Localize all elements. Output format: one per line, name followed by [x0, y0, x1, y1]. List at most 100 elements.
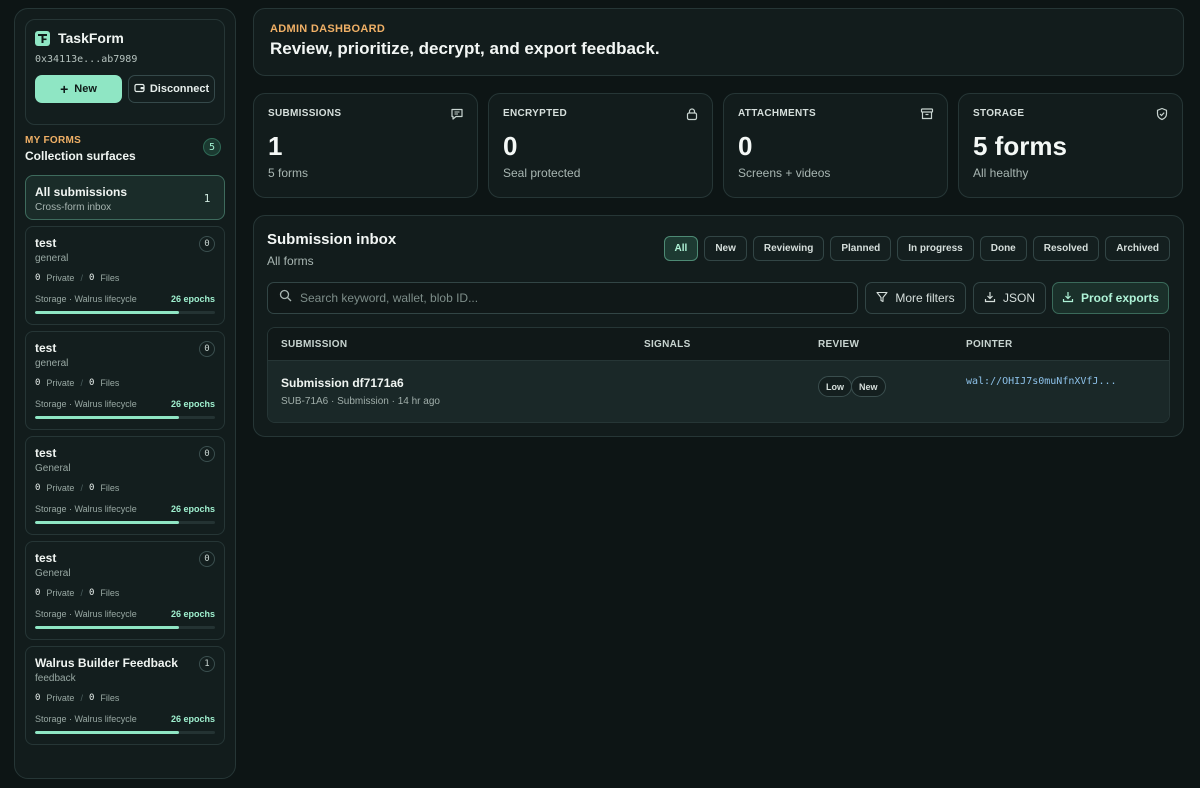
form-title: test	[35, 446, 57, 460]
form-submission-count: 1	[199, 656, 215, 672]
stat-subtitle: 5 forms	[268, 166, 309, 180]
search-icon	[279, 289, 292, 307]
form-item-4[interactable]: test General 0 0 Private / 0 Files Stora…	[25, 541, 225, 640]
proof-exports-button[interactable]: Proof exports	[1052, 282, 1169, 314]
filter-icon	[876, 291, 888, 306]
sidebar: TaskForm 0x34113e...ab7989 + New Disconn…	[14, 8, 236, 779]
filter-planned[interactable]: Planned	[830, 236, 892, 261]
search-input[interactable]	[300, 291, 820, 305]
disconnect-button[interactable]: Disconnect	[127, 75, 215, 103]
proof-exports-label: Proof exports	[1080, 291, 1159, 305]
form-item-5[interactable]: Walrus Builder Feedback feedback 1 0 Pri…	[25, 646, 225, 745]
stat-card-encrypted: ENCRYPTED 0 Seal protected	[488, 93, 713, 198]
form-submission-count: 0	[199, 236, 215, 252]
all-submissions-item[interactable]: All submissions Cross-form inbox 1	[25, 175, 225, 220]
table-row[interactable]: Submission df7171a6 SUB-71A6 · Submissio…	[268, 361, 1169, 422]
form-category: feedback	[35, 673, 76, 684]
divider: /	[80, 378, 83, 388]
json-export-button[interactable]: JSON	[973, 282, 1046, 314]
stat-card-attachments: ATTACHMENTS 0 Screens + videos	[723, 93, 948, 198]
private-count: 0	[35, 693, 41, 703]
filter-resolved[interactable]: Resolved	[1032, 236, 1100, 261]
shield-check-icon	[1155, 107, 1169, 126]
private-label: Private	[46, 693, 75, 703]
storage-progress-bar	[35, 626, 215, 629]
filter-done[interactable]: Done	[979, 236, 1027, 261]
divider: /	[80, 588, 83, 598]
table-header: SUBMISSION SIGNALS REVIEW POINTER	[268, 328, 1169, 361]
files-label: Files	[100, 588, 120, 598]
storage-epochs: 26 epochs	[170, 504, 215, 514]
status-badge: New	[851, 376, 886, 397]
form-submission-count: 0	[199, 446, 215, 462]
stat-label: ATTACHMENTS	[738, 108, 816, 119]
new-form-button[interactable]: + New	[35, 75, 122, 103]
form-title: test	[35, 551, 57, 565]
filter-in-progress[interactable]: In progress	[897, 236, 974, 261]
wallet-address: 0x34113e...ab7989	[35, 54, 138, 65]
form-item-2[interactable]: test general 0 0 Private / 0 Files Stora…	[25, 331, 225, 430]
message-icon	[450, 107, 464, 126]
forms-count-badge: 5	[203, 138, 221, 156]
inbox-subtitle: All forms	[267, 254, 314, 268]
files-count: 0	[88, 273, 95, 283]
status-filter-tabs: All New Reviewing Planned In progress Do…	[663, 236, 1170, 261]
private-count: 0	[35, 273, 41, 283]
column-review: REVIEW	[818, 339, 860, 350]
private-label: Private	[46, 483, 75, 493]
my-forms-header: MY FORMS Collection surfaces 5	[25, 135, 225, 169]
private-label: Private	[46, 588, 75, 598]
filter-reviewing[interactable]: Reviewing	[752, 236, 825, 261]
files-count: 0	[88, 588, 95, 598]
submission-title: Submission df7171a6	[281, 376, 404, 390]
stat-subtitle: Seal protected	[503, 166, 581, 180]
priority-badge: Low	[818, 376, 852, 397]
all-submissions-title: All submissions	[35, 185, 128, 199]
files-label: Files	[100, 483, 120, 493]
stat-subtitle: All healthy	[973, 166, 1029, 180]
stat-card-submissions: SUBMISSIONS 1 5 forms	[253, 93, 478, 198]
form-item-3[interactable]: test General 0 0 Private / 0 Files Stora…	[25, 436, 225, 535]
stat-value: 0	[738, 131, 753, 161]
search-box	[267, 282, 858, 314]
page-kicker: ADMIN DASHBOARD	[270, 23, 386, 35]
new-form-label: New	[74, 83, 97, 95]
stat-subtitle: Screens + videos	[738, 166, 831, 180]
column-signals: SIGNALS	[644, 339, 691, 350]
page-title: Review, prioritize, decrypt, and export …	[270, 39, 660, 58]
stat-value: 1	[268, 131, 283, 161]
account-card: TaskForm 0x34113e...ab7989 + New Disconn…	[25, 19, 225, 125]
storage-label: Storage · Walrus lifecycle	[35, 294, 137, 304]
submission-meta: SUB-71A6 · Submission · 14 hr ago	[281, 396, 440, 407]
files-label: Files	[100, 378, 120, 388]
plus-icon: +	[60, 81, 69, 97]
storage-progress-bar	[35, 416, 215, 419]
taskform-logo-icon	[35, 30, 50, 46]
lock-icon	[685, 107, 699, 126]
form-item-1[interactable]: test general 0 0 Private / 0 Files Stora…	[25, 226, 225, 325]
app-name: TaskForm	[58, 30, 124, 46]
form-category: General	[35, 568, 71, 579]
private-label: Private	[46, 378, 75, 388]
stat-card-storage: STORAGE 5 forms All healthy	[958, 93, 1183, 198]
files-count: 0	[88, 378, 95, 388]
my-forms-label: MY FORMS	[25, 135, 82, 146]
filter-all[interactable]: All	[663, 236, 699, 261]
storage-progress-fill	[35, 416, 179, 419]
more-filters-button[interactable]: More filters	[865, 282, 966, 314]
all-submissions-count: 1	[203, 191, 211, 205]
page-header: ADMIN DASHBOARD Review, prioritize, decr…	[253, 8, 1184, 76]
download-icon	[1062, 291, 1074, 306]
stat-value: 5 forms	[973, 131, 1067, 161]
my-forms-title: Collection surfaces	[25, 149, 136, 163]
filter-archived[interactable]: Archived	[1105, 236, 1170, 261]
storage-label: Storage · Walrus lifecycle	[35, 399, 137, 409]
column-submission: SUBMISSION	[281, 339, 348, 350]
storage-progress-fill	[35, 731, 179, 734]
stat-label: STORAGE	[973, 108, 1025, 119]
blob-pointer-link[interactable]: wal://OHIJ7s0muNfnXVfJ...	[966, 376, 1117, 387]
all-submissions-subtitle: Cross-form inbox	[35, 202, 112, 213]
filter-new[interactable]: New	[704, 236, 747, 261]
storage-progress-bar	[35, 311, 215, 314]
submissions-table: SUBMISSION SIGNALS REVIEW POINTER Submis…	[267, 327, 1170, 423]
